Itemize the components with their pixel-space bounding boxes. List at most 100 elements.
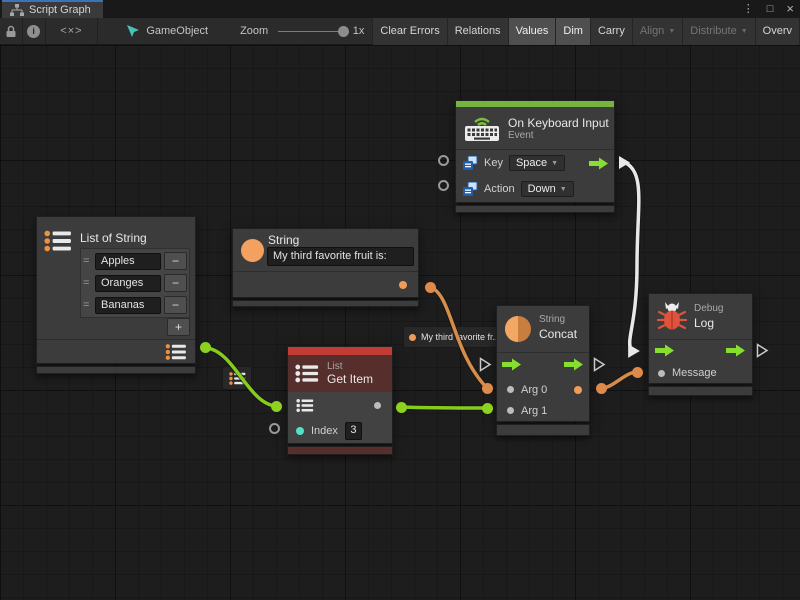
node-debug-log[interactable]: Debug Log Message [648, 293, 753, 396]
relations-button[interactable]: Relations [448, 18, 509, 45]
node-string-literal[interactable]: String My third favorite fruit is: [232, 228, 419, 307]
maximize-icon[interactable]: □ [767, 0, 774, 18]
add-item-button[interactable]: + [167, 318, 190, 336]
action-value: Down [528, 183, 556, 195]
node-category: String [539, 314, 565, 325]
window-menu-icon[interactable]: ⋮ [743, 0, 754, 18]
zoom-slider[interactable] [278, 18, 349, 45]
key-value: Space [516, 157, 547, 169]
getitem-list-input-endpoint[interactable] [271, 401, 282, 412]
concat-arg0-endpoint[interactable] [482, 383, 493, 394]
drag-handle-icon[interactable]: = [83, 299, 92, 311]
distribute-dropdown[interactable]: Distribute ▼ [683, 18, 755, 45]
carry-button[interactable]: Carry [591, 18, 633, 45]
flow-input-arrow-icon[interactable] [655, 344, 675, 360]
dim-button[interactable]: Dim [556, 18, 591, 45]
list-icon [229, 371, 246, 386]
unity-script-graph-window: Script Graph ⋮ □ × i <×> GameObje [0, 0, 800, 600]
remove-item-button[interactable]: − [164, 296, 187, 314]
key-dropdown[interactable]: Space ▼ [509, 155, 565, 171]
chevron-down-icon: ▼ [560, 186, 567, 193]
node-footer [496, 424, 590, 436]
node-concat[interactable]: String Concat Arg 0 [496, 305, 590, 436]
list-input-icon[interactable] [296, 398, 314, 413]
zoom-slider-knob[interactable] [338, 26, 349, 37]
index-value-field[interactable]: 3 [345, 422, 362, 440]
list-item-field[interactable]: Apples [95, 253, 161, 270]
index-input-port-dot[interactable] [296, 427, 304, 435]
code-icon: <×> [60, 25, 82, 37]
preview-text: My third favorite fr... [421, 332, 500, 342]
arg0-input-port-dot[interactable] [507, 386, 514, 393]
item-output-port-dot[interactable] [374, 402, 381, 409]
concat-flow-output-triangle[interactable] [593, 357, 606, 377]
zoom-slider-track[interactable] [278, 31, 343, 32]
title-bar: Script Graph ⋮ □ × [0, 0, 800, 18]
keyboard-key-port-ring[interactable] [438, 155, 449, 166]
button-label: Dim [563, 25, 583, 37]
flow-input-arrow-icon[interactable] [502, 358, 522, 374]
button-label: Distribute [690, 25, 736, 37]
zoom-label: Zoom [240, 25, 268, 37]
node-get-item[interactable]: List Get Item Index 3 [287, 346, 393, 455]
list-item-field[interactable]: Oranges [95, 275, 161, 292]
remove-item-button[interactable]: − [164, 252, 187, 270]
log-flow-output-triangle[interactable] [756, 343, 769, 363]
getitem-output-endpoint[interactable] [396, 402, 407, 413]
log-flow-input-triangle[interactable] [627, 343, 641, 364]
string-icon [241, 239, 264, 262]
overview-button[interactable]: Overv [756, 18, 800, 45]
list-item-field[interactable]: Bananas [95, 297, 161, 314]
string-output-endpoint[interactable] [425, 282, 436, 293]
string-value-preview: My third favorite fr... [403, 326, 504, 348]
arg1-input-port-dot[interactable] [507, 407, 514, 414]
result-output-port-dot[interactable] [574, 386, 582, 394]
graph-toolbar: i <×> GameObject Zoom 1x Clear Errors Re… [0, 18, 800, 45]
arg0-port-label: Arg 0 [521, 384, 547, 396]
drag-handle-icon[interactable]: = [83, 255, 92, 267]
concat-arg1-endpoint[interactable] [482, 403, 493, 414]
tab-script-graph[interactable]: Script Graph [2, 0, 103, 18]
values-button[interactable]: Values [509, 18, 557, 45]
keyboard-icon [464, 114, 500, 142]
list-output-endpoint[interactable] [200, 342, 211, 353]
bug-icon [657, 300, 687, 332]
align-dropdown[interactable]: Align ▼ [633, 18, 683, 45]
drag-handle-icon[interactable]: = [83, 277, 92, 289]
flow-output-arrow-icon[interactable] [564, 358, 584, 374]
node-list-of-string[interactable]: List of String = Apples − = Oranges − = [36, 216, 196, 374]
keyboard-flow-output-triangle[interactable] [618, 155, 631, 175]
action-dropdown[interactable]: Down ▼ [521, 181, 574, 197]
close-icon[interactable]: × [786, 0, 794, 18]
toolbar-buttons: Clear Errors Relations Values Dim Carry … [372, 18, 800, 45]
list-output-icon [165, 343, 187, 361]
node-title: List of String [80, 231, 147, 245]
code-view-button[interactable]: <×> [45, 18, 97, 45]
string-value-field[interactable]: My third favorite fruit is: [267, 247, 414, 266]
string-output-port-dot[interactable] [399, 281, 407, 289]
node-on-keyboard-input[interactable]: On Keyboard Input Event Key Space ▼ [455, 100, 615, 213]
window-controls: ⋮ □ × [743, 0, 794, 18]
gameobject-label: GameObject [146, 25, 208, 37]
chevron-down-icon: ▼ [668, 28, 675, 35]
key-port-label: Key [484, 157, 503, 169]
gameobject-context[interactable]: GameObject [126, 24, 208, 38]
getitem-index-port-ring[interactable] [269, 423, 280, 434]
list-icon [44, 229, 72, 253]
list-editor: = Apples − = Oranges − = Bananas − [80, 248, 190, 318]
concat-flow-input-triangle[interactable] [479, 357, 492, 377]
graph-icon [10, 4, 24, 16]
lock-button[interactable] [0, 18, 22, 45]
list-item-row: = Bananas − [83, 294, 187, 316]
remove-item-button[interactable]: − [164, 274, 187, 292]
arg1-port-label: Arg 1 [521, 405, 547, 417]
info-button[interactable]: i [23, 18, 45, 45]
clear-errors-button[interactable]: Clear Errors [372, 18, 447, 45]
flow-output-arrow-icon[interactable] [726, 344, 746, 360]
log-message-endpoint[interactable] [632, 367, 643, 378]
zoom-value: 1x [353, 25, 365, 37]
concat-output-endpoint[interactable] [596, 383, 607, 394]
keyboard-action-port-ring[interactable] [438, 180, 449, 191]
node-footer [648, 386, 753, 396]
message-input-port-dot[interactable] [658, 370, 665, 377]
